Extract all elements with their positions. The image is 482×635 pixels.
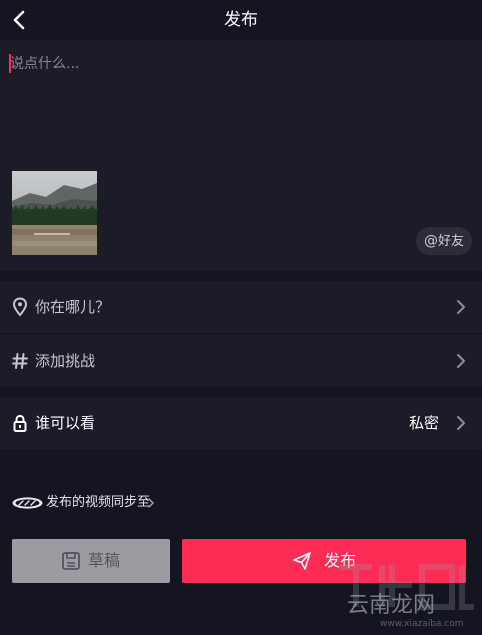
- top-bar: 发布: [0, 0, 482, 40]
- lock-icon: [13, 414, 27, 432]
- save-draft-icon: [62, 552, 80, 570]
- caption-input[interactable]: 说点什么...: [10, 54, 79, 74]
- watermark-text: 云南龙网: [347, 593, 436, 618]
- sync-platform-logo-icon: [12, 497, 43, 509]
- chevron-right-small-icon: [148, 498, 154, 508]
- at-icon: @: [423, 233, 438, 249]
- challenge-label: 添加挑战: [35, 352, 96, 370]
- sync-label: 发布的视频同步至: [46, 495, 151, 510]
- page-title: 发布: [224, 10, 258, 30]
- privacy-row[interactable]: 谁可以看 私密: [0, 397, 482, 449]
- location-label: 你在哪儿？: [35, 298, 111, 316]
- challenge-row[interactable]: 添加挑战: [0, 335, 482, 387]
- location-pin-icon: [12, 297, 28, 317]
- landscape-thumbnail-image: [12, 171, 97, 255]
- mention-friend-label: 好友: [437, 234, 464, 249]
- watermark-subtext: www.xiazaiba.com: [380, 619, 464, 629]
- draft-button[interactable]: 草稿: [12, 539, 170, 583]
- hashtag-icon: [12, 353, 28, 369]
- privacy-value: 私密: [408, 414, 439, 432]
- draft-label: 草稿: [88, 551, 121, 570]
- privacy-label: 谁可以看: [35, 414, 96, 432]
- chevron-right-icon: [457, 416, 465, 430]
- video-thumbnail[interactable]: [12, 171, 97, 255]
- chevron-right-icon: [457, 354, 465, 368]
- mention-friend-button[interactable]: @好友: [416, 227, 472, 255]
- paper-plane-icon: [293, 552, 311, 570]
- location-row[interactable]: 你在哪儿？: [0, 281, 482, 333]
- chevron-right-icon: [457, 300, 465, 314]
